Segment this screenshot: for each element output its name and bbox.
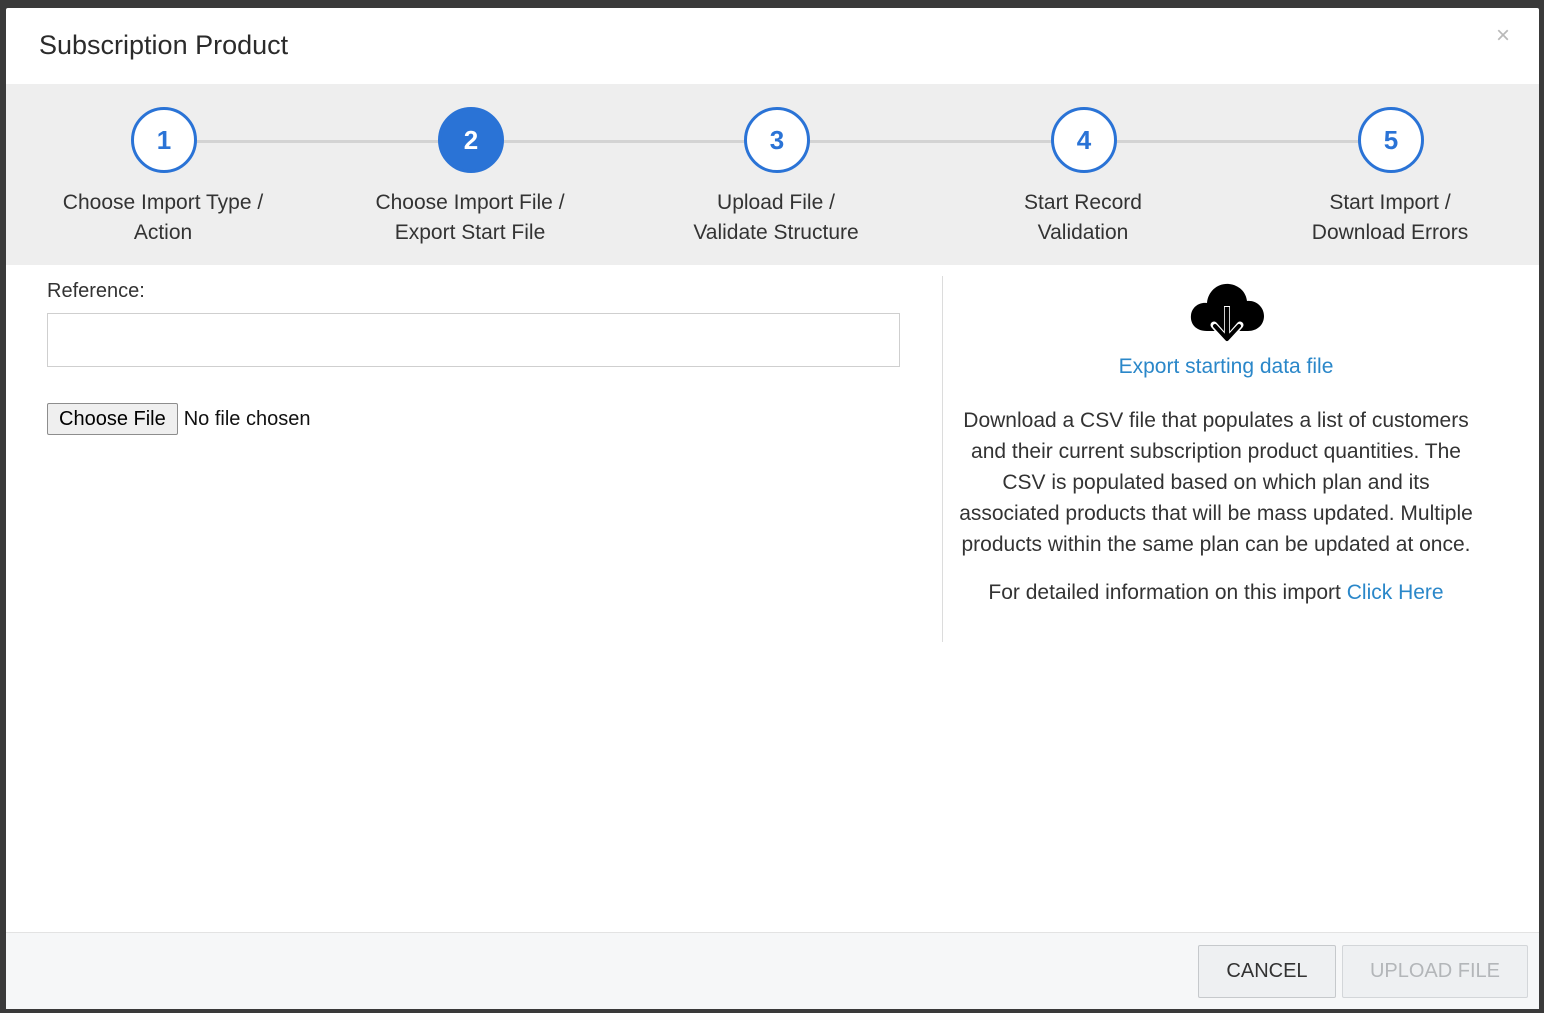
upload-file-button[interactable]: UPLOAD FILE xyxy=(1342,945,1528,998)
file-picker: Choose File No file chosen xyxy=(47,403,310,435)
modal-title: Subscription Product xyxy=(39,30,289,60)
close-icon[interactable]: × xyxy=(1496,22,1510,50)
step-4-circle: 4 xyxy=(1051,107,1117,173)
detail-info-text: For detailed information on this import … xyxy=(943,581,1489,605)
export-starting-data-link[interactable]: Export starting data file xyxy=(943,355,1509,379)
step-3-label: Upload File / Validate Structure xyxy=(626,188,926,248)
step-5-label-line2: Download Errors xyxy=(1311,221,1469,244)
modal-footer: CANCEL UPLOAD FILE xyxy=(6,932,1539,1009)
import-stepper: 1 Choose Import Type / Action 2 Choose I… xyxy=(6,84,1539,265)
step-2-label-line1: Choose Import File / xyxy=(375,191,565,214)
step-5-circle: 5 xyxy=(1358,107,1424,173)
step-2-label-line2: Export Start File xyxy=(394,221,546,244)
reference-input[interactable] xyxy=(47,313,900,367)
step-4-label: Start Record Validation xyxy=(933,188,1233,248)
step-3-circle: 3 xyxy=(744,107,810,173)
reference-label: Reference: xyxy=(47,280,145,302)
step-2-label: Choose Import File / Export Start File xyxy=(320,188,620,248)
step-3-label-line1: Upload File / xyxy=(717,191,835,214)
step-4-label-line1: Start Record xyxy=(1024,191,1142,214)
step-2-circle: 2 xyxy=(438,107,504,173)
step-5-label: Start Import / Download Errors xyxy=(1240,188,1540,248)
export-description: Download a CSV file that populates a lis… xyxy=(959,409,1473,556)
step-4-label-line2: Validation xyxy=(1037,221,1129,244)
step-1-label-line1: Choose Import Type / xyxy=(62,191,264,214)
step-1-circle: 1 xyxy=(131,107,197,173)
step-3-label-line2: Validate Structure xyxy=(693,221,859,244)
click-here-link[interactable]: Click Here xyxy=(1347,581,1444,604)
step-1-label: Choose Import Type / Action xyxy=(13,188,313,248)
import-modal: Subscription Product × 1 Choose Import T… xyxy=(6,8,1539,1009)
step-5-label-line1: Start Import / xyxy=(1329,191,1451,214)
file-status-text: No file chosen xyxy=(183,407,311,430)
detail-info-prefix: For detailed information on this import xyxy=(988,581,1341,604)
cloud-download-icon[interactable] xyxy=(1189,279,1265,347)
modal-header: Subscription Product × xyxy=(6,8,1539,84)
cancel-button[interactable]: CANCEL xyxy=(1198,945,1336,998)
choose-file-button[interactable]: Choose File xyxy=(47,403,178,435)
step-1-label-line2: Action xyxy=(133,221,193,244)
